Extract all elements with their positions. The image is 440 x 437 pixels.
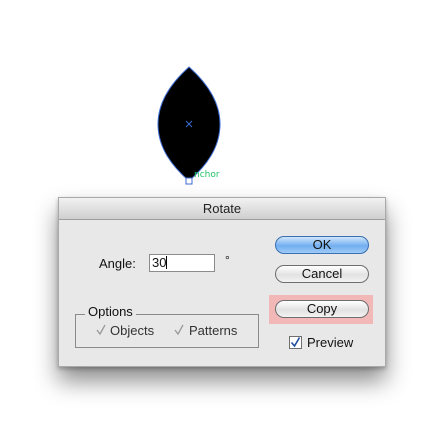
text-caret [166, 256, 168, 269]
angle-label: Angle: [99, 256, 136, 271]
options-legend: Options [85, 304, 136, 319]
cancel-button[interactable]: Cancel [275, 265, 369, 283]
anchor-point-icon[interactable] [185, 177, 193, 185]
copy-button[interactable]: Copy [275, 300, 369, 318]
checkmark-icon [290, 337, 301, 348]
checkmark-icon [174, 324, 184, 336]
ok-button[interactable]: OK [275, 236, 369, 254]
objects-label: Objects [110, 323, 155, 338]
dialog-title: Rotate [59, 198, 385, 220]
patterns-checkbox[interactable] [173, 324, 185, 336]
degree-symbol: ° [225, 253, 230, 267]
angle-input[interactable]: 30 [149, 254, 215, 272]
checkmark-icon [96, 324, 106, 336]
preview-label: Preview [307, 335, 354, 350]
anchor-label: nchor [194, 170, 220, 180]
patterns-label: Patterns [189, 323, 238, 338]
angle-value: 30 [152, 255, 167, 270]
preview-checkbox[interactable] [289, 336, 302, 349]
objects-checkbox[interactable] [95, 324, 107, 336]
rotate-dialog: Rotate Angle: 30 ° Options Objects Patte… [58, 197, 386, 367]
